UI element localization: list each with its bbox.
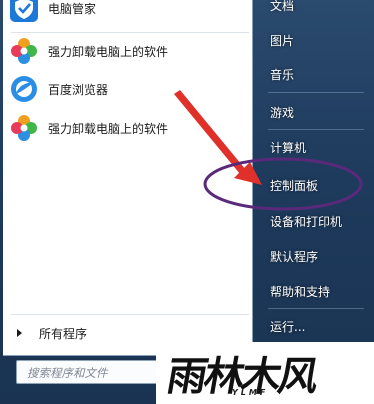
menu-item-help-support[interactable]: 帮助和支持 [264,278,368,304]
program-item-baidu-browser[interactable]: 百度浏览器 [9,72,249,106]
watermark-logo: 雨林木风 YLMF [156,342,374,404]
all-programs-label: 所有程序 [39,326,88,341]
menu-item-documents[interactable]: 文档 [264,0,368,18]
baidu-browser-icon [9,74,39,104]
uninstaller-flower-icon [9,36,39,66]
menu-item-label: 默认程序 [270,249,319,264]
program-item-uninstaller-2[interactable]: 强力卸载电脑上的软件 [9,111,249,145]
divider [268,308,364,309]
divider [11,32,249,33]
menu-item-label: 计算机 [270,140,307,155]
pc-manager-shield-icon [9,0,39,23]
triangle-right-icon [17,329,22,337]
program-label: 强力卸载电脑上的软件 [48,44,169,59]
search-placeholder: 搜索程序和文件 [27,366,108,380]
menu-item-label: 控制面板 [270,178,319,193]
program-item-uninstaller[interactable]: 强力卸载电脑上的软件 [9,34,249,68]
divider [268,92,364,93]
menu-item-label: 设备和打印机 [270,214,343,229]
menu-item-computer[interactable]: 计算机 [264,134,368,160]
menu-item-label: 游戏 [270,105,295,120]
all-programs-button[interactable]: 所有程序 [11,322,249,344]
divider [11,314,249,315]
program-label: 电脑管家 [48,1,97,16]
start-menu: 电脑管家 强力卸载电脑上的软件 百度浏览器 强力卸载电脑上的软件 所有程序 搜索… [0,0,374,404]
divider [268,129,364,130]
menu-item-label: 帮助和支持 [270,284,331,299]
program-label: 强力卸载电脑上的软件 [48,121,169,136]
program-label: 百度浏览器 [48,82,109,97]
pinned-programs-pane: 电脑管家 强力卸载电脑上的软件 百度浏览器 强力卸载电脑上的软件 所有程序 [3,0,253,356]
menu-item-games[interactable]: 游戏 [264,99,368,125]
program-item-pc-manager[interactable]: 电脑管家 [9,0,249,25]
menu-item-label: 音乐 [270,67,295,82]
menu-item-music[interactable]: 音乐 [264,61,368,87]
menu-item-control-panel[interactable]: 控制面板 [264,172,368,198]
right-menu-pane: 文档 图片 音乐 游戏 计算机 控制面板 设备和打印机 默认程序 帮助和支持 运… [258,0,374,356]
menu-item-devices-printers[interactable]: 设备和打印机 [264,208,368,234]
watermark-subtext: YLMF [232,388,269,397]
uninstaller-flower-icon [9,113,39,143]
menu-item-label: 图片 [270,33,295,48]
menu-item-default-programs[interactable]: 默认程序 [264,243,368,269]
menu-item-label: 运行... [270,319,306,334]
menu-item-run[interactable]: 运行... [264,313,368,339]
menu-item-pictures[interactable]: 图片 [264,27,368,53]
menu-item-label: 文档 [270,0,295,13]
